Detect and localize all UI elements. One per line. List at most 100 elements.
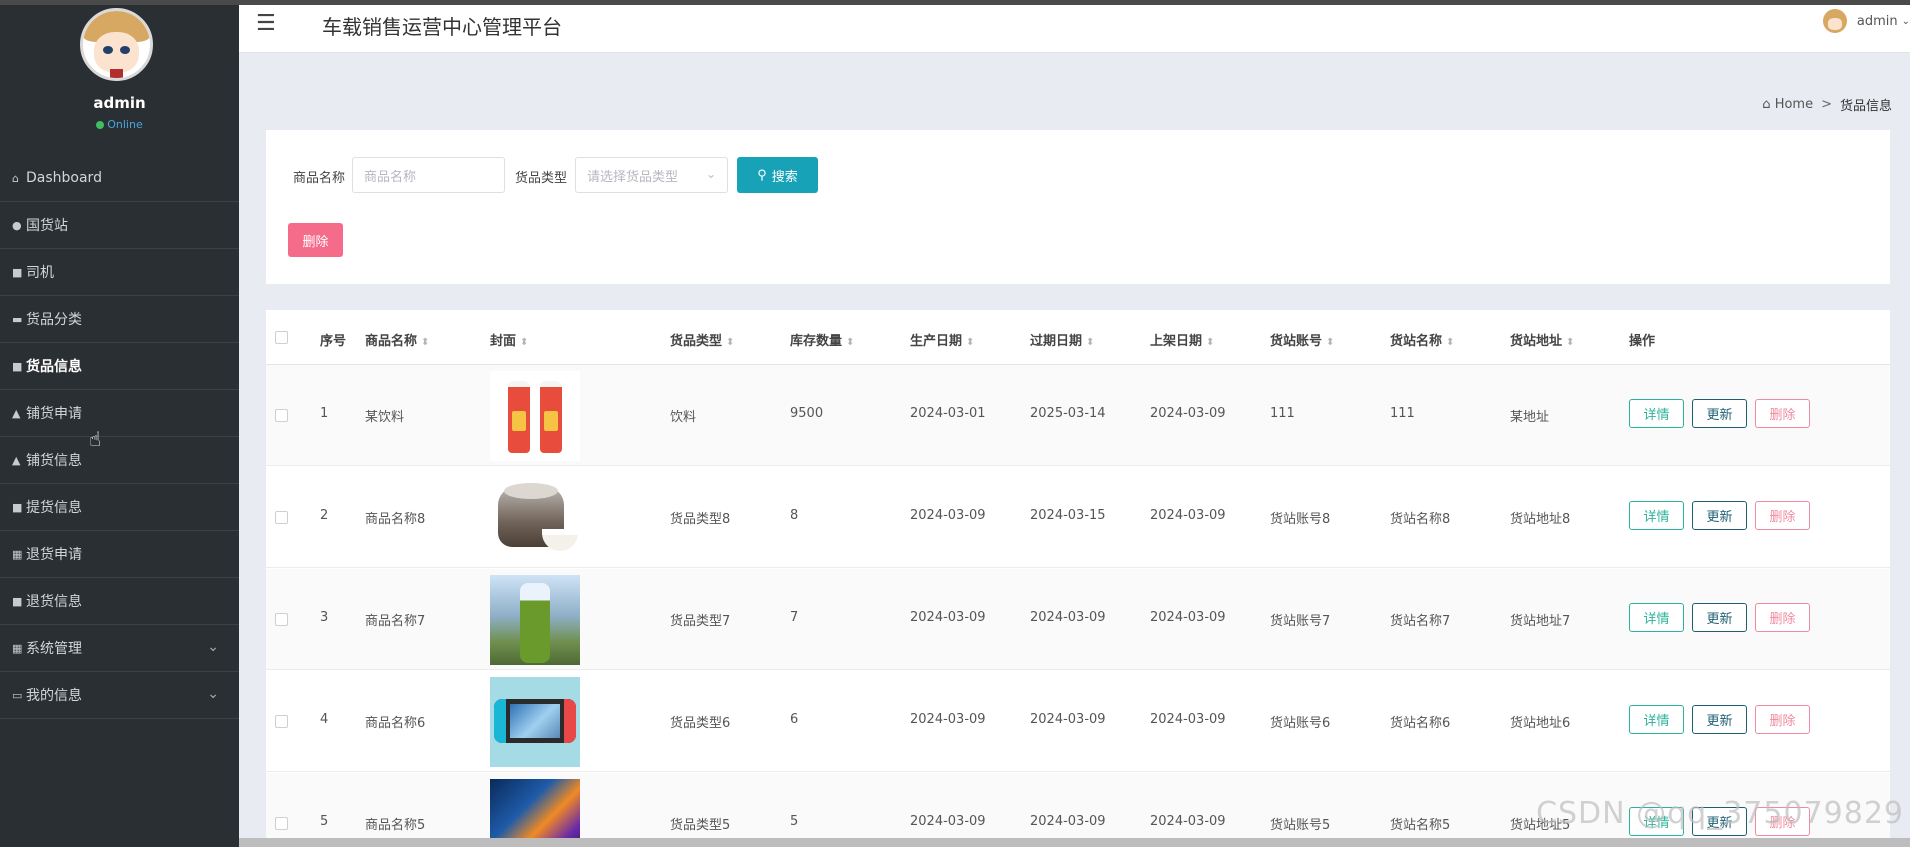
card-icon: ▭ (12, 688, 23, 702)
sidebar-item-stocking-info[interactable]: ▲ 铺货信息 (0, 437, 239, 484)
row-checkbox[interactable] (275, 715, 288, 728)
sort-icon[interactable]: ⬍ (1446, 337, 1454, 348)
sidebar-item-my-info[interactable]: ▭ 我的信息 ⌄ (0, 672, 239, 719)
home-icon: ⌂ (12, 171, 19, 185)
sidebar-item-depot[interactable]: ● 国货站 (0, 202, 239, 249)
cell-no: 5 (320, 814, 329, 829)
row-checkbox[interactable] (275, 613, 288, 626)
detail-button[interactable]: 详情 (1629, 399, 1684, 428)
col-type[interactable]: 货品类型 ⬍ (670, 330, 734, 349)
name-search-input[interactable]: 商品名称 (352, 157, 505, 193)
chevron-down-icon: ⌄ (207, 686, 219, 702)
sort-icon[interactable]: ⬍ (726, 337, 734, 348)
delete-button[interactable]: 删除 (1755, 501, 1810, 530)
sidebar: admin Online ⌂ Dashboard ● 国货站 ■ 司机 ▬ 货品分类 ■… (0, 5, 239, 847)
horizontal-scrollbar[interactable] (239, 838, 1910, 847)
sidebar-menu: ⌂ Dashboard ● 国货站 ■ 司机 ▬ 货品分类 ■ 货品信息 ▲ 铺货申请 ▲ 铺… (0, 155, 239, 719)
update-button[interactable]: 更新 (1692, 705, 1747, 734)
table-header: 序号 商品名称 ⬍ 封面 ⬍ 货品类型 ⬍ 库存数量 ⬍ 生产日期 ⬍ 过期日期 ⬍ 上架日… (266, 310, 1890, 365)
sidebar-item-return-info[interactable]: ■ 退货信息 (0, 578, 239, 625)
row-checkbox[interactable] (275, 409, 288, 422)
col-produced[interactable]: 生产日期 ⬍ (910, 330, 974, 349)
table-row: 2 商品名称8 货品类型8 8 2024-03-09 2024-03-15 20… (266, 467, 1890, 568)
online-status: Online (0, 118, 239, 131)
select-all-checkbox[interactable] (275, 331, 288, 344)
cell-no: 1 (320, 406, 329, 421)
cell-name: 商品名称8 (365, 512, 426, 527)
cell-stock: 8 (790, 508, 799, 523)
sidebar-item-system[interactable]: ▦ 系统管理 ⌄ (0, 625, 239, 672)
cell-type: 饮料 (670, 410, 697, 425)
delete-button[interactable]: 删除 (1755, 705, 1810, 734)
cover-image (490, 677, 580, 767)
grid-icon: ▦ (12, 641, 23, 655)
cell-expires: 2024-03-09 (1030, 814, 1106, 829)
sidebar-item-category[interactable]: ▬ 货品分类 (0, 296, 239, 343)
sort-icon[interactable]: ⬍ (966, 337, 974, 348)
sidebar-profile: admin Online (0, 5, 239, 162)
update-button[interactable]: 更新 (1692, 501, 1747, 530)
cell-station: 111 (1390, 406, 1415, 421)
detail-button[interactable]: 详情 (1629, 501, 1684, 530)
sort-icon[interactable]: ⬍ (1086, 337, 1094, 348)
breadcrumb: ⌂ Home > 货品信息 (1762, 95, 1892, 114)
col-station[interactable]: 货站名称 ⬍ (1390, 330, 1454, 349)
col-expires[interactable]: 过期日期 ⬍ (1030, 330, 1094, 349)
cell-listed: 2024-03-09 (1150, 508, 1226, 523)
clipboard-icon: ■ (12, 594, 23, 608)
col-address[interactable]: 货站地址 ⬍ (1510, 330, 1574, 349)
sort-icon[interactable]: ⬍ (1206, 337, 1214, 348)
update-button[interactable]: 更新 (1692, 603, 1747, 632)
sidebar-item-pickup-info[interactable]: ■ 提货信息 (0, 484, 239, 531)
col-name[interactable]: 商品名称 ⬍ (365, 330, 429, 349)
avatar (80, 8, 153, 81)
type-select[interactable]: 请选择货品类型 ⌄ (575, 157, 728, 193)
row-checkbox[interactable] (275, 817, 288, 830)
sort-icon[interactable]: ⬍ (846, 337, 854, 348)
sort-icon[interactable]: ⬍ (520, 337, 528, 348)
sort-icon[interactable]: ⬍ (1326, 337, 1334, 348)
user-icon: ▲ (12, 453, 21, 467)
detail-button[interactable]: 详情 (1629, 603, 1684, 632)
online-dot-icon (96, 121, 105, 129)
sort-icon[interactable]: ⬍ (421, 337, 429, 348)
cover-image (490, 575, 580, 665)
col-cover[interactable]: 封面 ⬍ (490, 330, 528, 349)
user-menu[interactable]: admin ⌄ (1822, 9, 1910, 33)
top-header: ☰ 车载销售运营中心管理平台 admin ⌄ (239, 5, 1910, 53)
cell-station: 货站名称8 (1390, 512, 1451, 527)
breadcrumb-home[interactable]: ⌂ Home (1762, 97, 1813, 112)
watermark: CSDN @qq_375079829 (1536, 796, 1904, 831)
cell-expires: 2024-03-09 (1030, 610, 1106, 625)
delete-button[interactable]: 删除 (1755, 603, 1810, 632)
col-listed[interactable]: 上架日期 ⬍ (1150, 330, 1214, 349)
sort-icon[interactable]: ⬍ (1566, 337, 1574, 348)
search-button[interactable]: ⚲ 搜索 (737, 157, 818, 193)
chevron-down-icon: ⌄ (207, 639, 219, 655)
col-stock[interactable]: 库存数量 ⬍ (790, 330, 854, 349)
sidebar-item-goods-info[interactable]: ■ 货品信息 (0, 343, 239, 390)
row-checkbox[interactable] (275, 511, 288, 524)
cell-account: 货站账号7 (1270, 614, 1331, 629)
menu-toggle-icon[interactable]: ☰ (256, 11, 276, 36)
batch-delete-button[interactable]: 删除 (288, 223, 343, 257)
search-icon: ⚲ (757, 167, 767, 182)
chevron-down-icon: ⌄ (705, 167, 716, 181)
cell-station: 货站名称5 (1390, 818, 1451, 833)
cell-expires: 2024-03-15 (1030, 508, 1106, 523)
update-button[interactable]: 更新 (1692, 399, 1747, 428)
breadcrumb-separator: > (1821, 97, 1832, 112)
cell-stock: 7 (790, 610, 799, 625)
col-no: 序号 (320, 334, 347, 349)
sidebar-item-return-request[interactable]: ▦ 退货申请 (0, 531, 239, 578)
cell-account: 货站账号8 (1270, 512, 1331, 527)
sidebar-item-driver[interactable]: ■ 司机 (0, 249, 239, 296)
col-account[interactable]: 货站账号 ⬍ (1270, 330, 1334, 349)
sidebar-item-dashboard[interactable]: ⌂ Dashboard (0, 155, 239, 202)
detail-button[interactable]: 详情 (1629, 705, 1684, 734)
delete-button[interactable]: 删除 (1755, 399, 1810, 428)
app-title: 车载销售运营中心管理平台 (322, 15, 562, 39)
user-icon: ▲ (12, 406, 21, 420)
sidebar-item-stocking-request[interactable]: ▲ 铺货申请 (0, 390, 239, 437)
cell-type: 货品类型7 (670, 614, 731, 629)
